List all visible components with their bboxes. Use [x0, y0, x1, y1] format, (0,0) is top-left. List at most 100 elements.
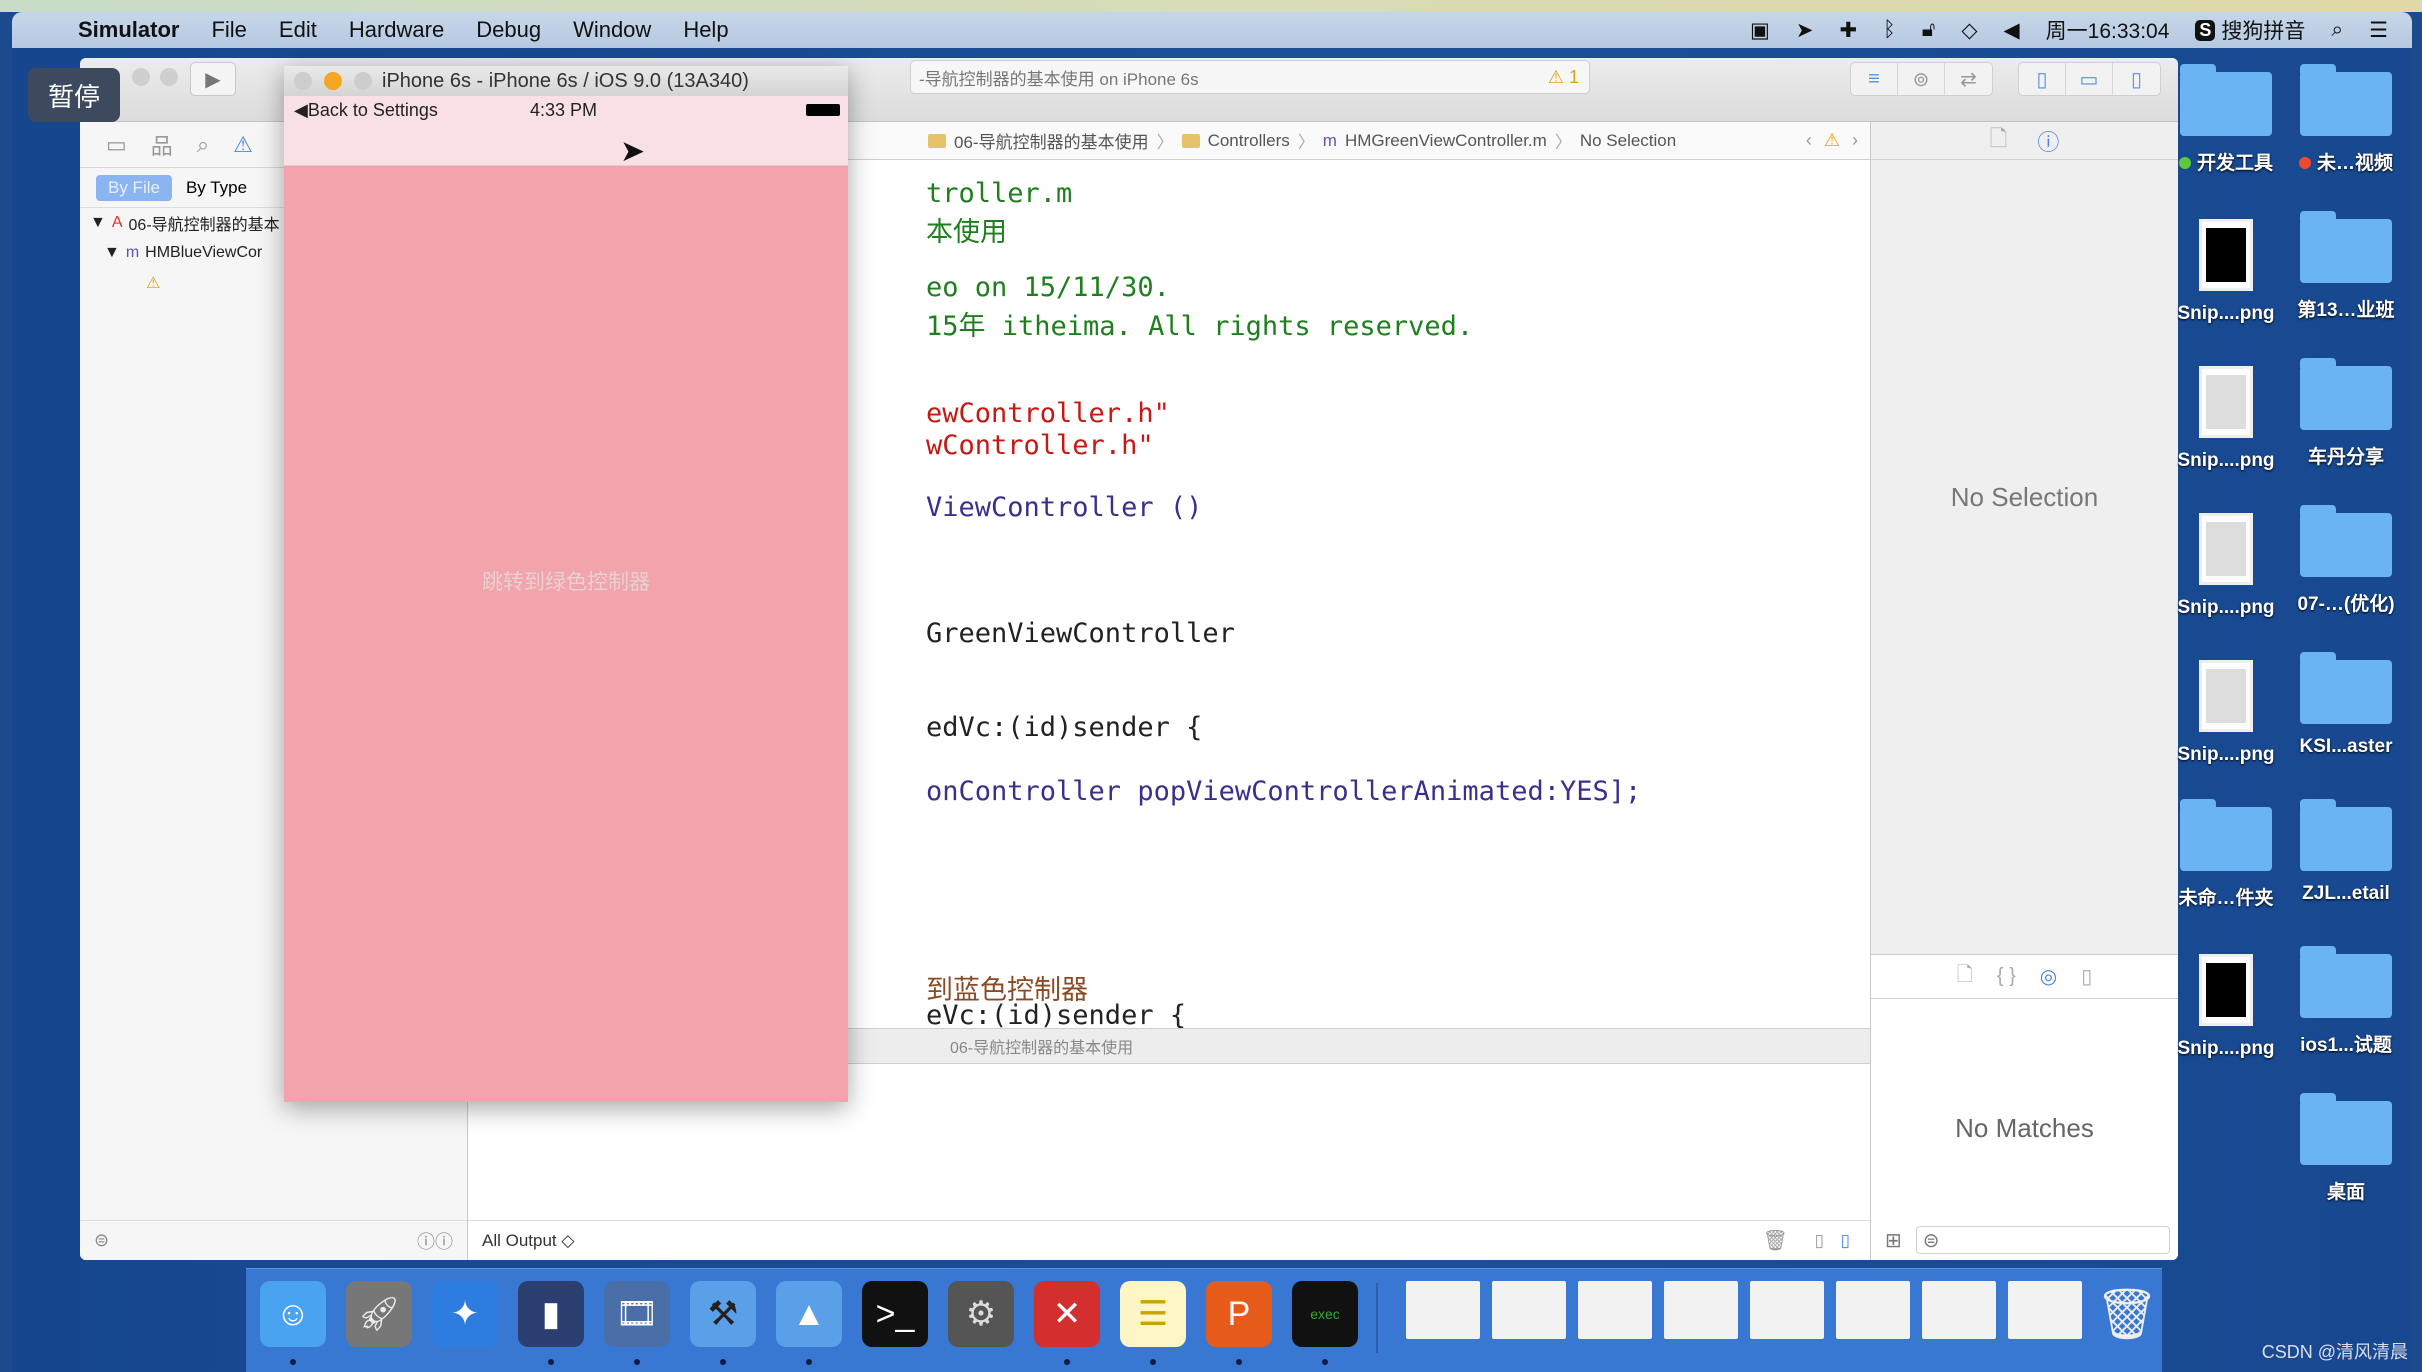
warning-indicator[interactable]: ⚠ 1 — [1548, 67, 1579, 88]
desktop-icon[interactable]: KSI...aster — [2286, 652, 2406, 758]
sim-close-button[interactable] — [294, 72, 312, 90]
jump-group[interactable]: Controllers — [1208, 131, 1290, 151]
dock-trash-icon[interactable]: 🗑︎ — [2094, 1281, 2160, 1347]
find-navigator-icon[interactable]: ⌕ — [197, 132, 209, 158]
run-button[interactable]: ▶ — [190, 62, 236, 96]
spotlight-icon[interactable]: ⌕ — [2331, 18, 2343, 42]
quick-help-icon[interactable]: ⓘ — [2037, 125, 2059, 157]
dock-notes-icon[interactable]: ☰ — [1120, 1281, 1186, 1347]
standard-editor-icon[interactable]: ≡ — [1851, 63, 1898, 95]
window-minimize-button[interactable] — [160, 68, 178, 86]
go-to-green-controller-button[interactable]: 跳转到绿色控制器 — [284, 566, 848, 596]
desktop-icon[interactable]: 桌面 — [2286, 1093, 2406, 1204]
project-navigator-icon[interactable]: ▭ — [106, 132, 127, 158]
file-inspector-icon[interactable]: 🗋︎ — [1990, 122, 2008, 160]
desktop-icon[interactable]: 未…视频 — [2286, 64, 2406, 175]
dock-minimized-window[interactable] — [1664, 1281, 1738, 1339]
dock-mouse-app-icon[interactable]: ▮ — [518, 1281, 584, 1347]
dock-movie-app-icon[interactable]: 🎞︎ — [604, 1281, 670, 1347]
dock-launchpad-icon[interactable]: 🚀︎ — [346, 1281, 412, 1347]
next-issue-icon[interactable]: › — [1852, 130, 1858, 151]
previous-issue-icon[interactable]: ‹ — [1806, 130, 1812, 151]
issue-navigator-icon[interactable]: ⚠ — [233, 132, 253, 158]
variables-view-icon[interactable]: ▯ — [1815, 1231, 1824, 1251]
desktop-icon[interactable]: ios1...试题 — [2286, 946, 2406, 1057]
object-library-icon[interactable]: ◎ — [2040, 964, 2057, 989]
warning-icon[interactable]: ⚠ — [1824, 130, 1840, 151]
desktop-icon[interactable]: 开发工具 — [2166, 64, 2286, 175]
dock-minimized-window[interactable] — [2008, 1281, 2082, 1339]
sim-zoom-button[interactable] — [354, 72, 372, 90]
screen-record-icon[interactable]: ▣ — [1750, 18, 1770, 43]
dock-terminal-icon[interactable]: >_ — [862, 1281, 928, 1347]
recent-filter-icons[interactable]: ⓘⓘ — [417, 1228, 453, 1254]
toggle-navigator-icon[interactable]: ▯ — [2019, 63, 2066, 95]
library-filter-input[interactable]: ⊜ — [1915, 1226, 2170, 1254]
scope-by-file[interactable]: By File — [96, 174, 172, 201]
desktop-icon[interactable]: Snip....png — [2166, 954, 2286, 1060]
desktop-icon[interactable]: Snip....png — [2166, 366, 2286, 472]
menu-hardware[interactable]: Hardware — [349, 17, 444, 43]
symbol-navigator-icon[interactable]: 品 — [151, 129, 173, 161]
sim-minimize-button[interactable] — [324, 72, 342, 90]
disclosure-triangle-icon[interactable]: ▼ — [104, 244, 120, 262]
pause-overlay-button[interactable]: 暂停 — [28, 68, 120, 122]
menu-help[interactable]: Help — [683, 17, 728, 43]
location-icon[interactable]: ➤ — [1796, 18, 1814, 43]
lock-icon[interactable]: 🔓︎ — [1922, 18, 1936, 42]
output-selector[interactable]: All Output ◇ — [482, 1231, 574, 1251]
desktop-icon[interactable]: 07-…(优化) — [2286, 505, 2406, 616]
bluetooth-icon[interactable]: ᛒ — [1883, 18, 1896, 42]
file-template-icon[interactable]: 🗋︎ — [1957, 960, 1973, 994]
network-icon[interactable]: ✚ — [1840, 18, 1858, 43]
window-close-button[interactable] — [132, 68, 150, 86]
menu-debug[interactable]: Debug — [476, 17, 541, 43]
menu-file[interactable]: File — [211, 17, 246, 43]
menu-app-name[interactable]: Simulator — [78, 17, 179, 43]
grid-view-icon[interactable]: ⊞ — [1885, 1228, 1902, 1253]
menu-window[interactable]: Window — [573, 17, 651, 43]
desktop-icon[interactable]: Snip....png — [2166, 219, 2286, 325]
disclosure-triangle-icon[interactable]: ▼ — [90, 214, 106, 232]
dock-safari-icon[interactable]: ✦ — [432, 1281, 498, 1347]
assistant-editor-icon[interactable]: ⊚ — [1898, 63, 1945, 95]
dock-xmind-icon[interactable]: ✕ — [1034, 1281, 1100, 1347]
dock-system-preferences-icon[interactable]: ⚙ — [948, 1281, 1014, 1347]
dock-minimized-window[interactable] — [1922, 1281, 1996, 1339]
back-to-settings[interactable]: ◀Back to Settings — [294, 100, 438, 121]
dock-console-icon[interactable]: exec — [1292, 1281, 1358, 1347]
filter-icon[interactable]: ⊜ — [94, 1230, 109, 1251]
toggle-debug-area-icon[interactable]: ▭ — [2066, 63, 2113, 95]
dock-finder-icon[interactable]: ☺ — [260, 1281, 326, 1347]
clock[interactable]: 周一16:33:04 — [2046, 15, 2170, 45]
desktop-icon[interactable]: Snip....png — [2166, 660, 2286, 766]
volume-icon[interactable]: ◀ — [2003, 18, 2019, 43]
simulator-titlebar[interactable]: iPhone 6s - iPhone 6s / iOS 9.0 (13A340) — [284, 66, 848, 96]
dock-minimized-window[interactable] — [1836, 1281, 1910, 1339]
jump-file[interactable]: HMGreenViewController.m — [1345, 131, 1547, 151]
console-view-icon[interactable]: ▯ — [1841, 1231, 1850, 1251]
code-snippet-icon[interactable]: { } — [1997, 965, 2016, 988]
dock-minimized-window[interactable] — [1492, 1281, 1566, 1339]
dock-minimized-window[interactable] — [1578, 1281, 1652, 1339]
trash-icon[interactable]: 🗑︎ — [1763, 1228, 1788, 1253]
dock-powerpoint-icon[interactable]: P — [1206, 1281, 1272, 1347]
notification-center-icon[interactable]: ☰ — [2369, 18, 2388, 43]
desktop-icon[interactable]: 第13…业班 — [2286, 211, 2406, 322]
dock-instruments-icon[interactable]: ▲ — [776, 1281, 842, 1347]
jump-project[interactable]: 06-导航控制器的基本使用 — [954, 128, 1149, 153]
desktop-icon[interactable]: 未命…件夹 — [2166, 799, 2286, 910]
wifi-icon[interactable]: ◇ — [1961, 18, 1977, 43]
desktop-icon[interactable]: Snip....png — [2166, 513, 2286, 619]
media-library-icon[interactable]: ▯ — [2081, 964, 2092, 989]
dock-minimized-window[interactable] — [1750, 1281, 1824, 1339]
menu-edit[interactable]: Edit — [279, 17, 317, 43]
dock-minimized-window[interactable] — [1406, 1281, 1480, 1339]
desktop-icon[interactable]: ZJL...etail — [2286, 799, 2406, 905]
desktop-icon[interactable]: 车丹分享 — [2286, 358, 2406, 469]
input-method[interactable]: S 搜狗拼音 — [2195, 15, 2305, 45]
scope-by-type[interactable]: By Type — [186, 178, 247, 198]
version-editor-icon[interactable]: ⇄ — [1945, 63, 1992, 95]
dock-xcode-icon[interactable]: ⚒ — [690, 1281, 756, 1347]
jump-symbol[interactable]: No Selection — [1580, 131, 1676, 151]
